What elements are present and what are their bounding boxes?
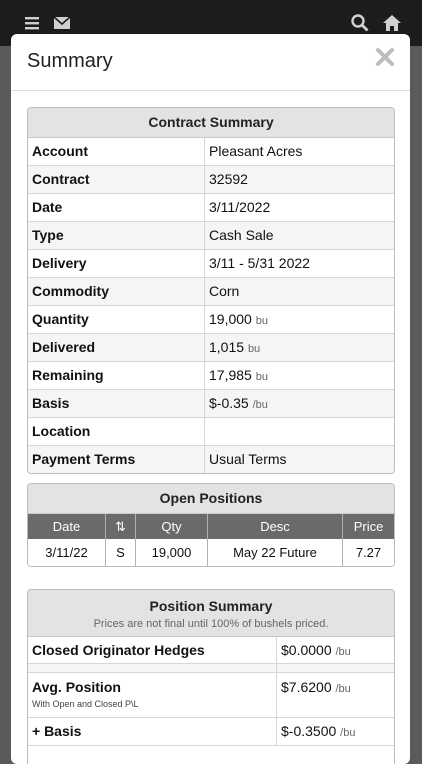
row-plus-basis: + Basis $-0.3500 /bu — [28, 718, 394, 746]
row-label: Commodity — [28, 278, 205, 305]
cell-desc: May 22 Future — [208, 539, 343, 566]
row-value: 3/11 - 5/31 2022 — [209, 255, 310, 271]
row-type: Type Cash Sale — [28, 222, 394, 250]
row-label: Closed Originator Hedges — [28, 637, 277, 663]
row-label: Avg. Position — [32, 679, 121, 695]
open-positions-heading: Open Positions — [28, 484, 394, 514]
row-payment-terms: Payment Terms Usual Terms — [28, 446, 394, 473]
row-delivery: Delivery 3/11 - 5/31 2022 — [28, 250, 394, 278]
spacer-row — [28, 664, 394, 673]
row-value: $7.6200 /bu — [281, 679, 351, 695]
row-value: 32592 — [209, 171, 248, 187]
cell-qty: 19,000 — [136, 539, 208, 566]
row-value: $-0.3500 /bu — [281, 723, 356, 739]
open-positions-card: Open Positions Date ⇅ Qty Desc Price 3/1… — [27, 483, 395, 567]
row-label: Location — [28, 418, 205, 445]
unit-label: bu — [255, 371, 268, 383]
row-remaining: Remaining 17,985 bu — [28, 362, 394, 390]
row-location: Location — [28, 418, 394, 446]
position-summary-heading: Position Summary — [149, 598, 273, 614]
position-summary-card: Position Summary Prices are not final un… — [27, 589, 395, 764]
row-basis: Basis $-0.35 /bu — [28, 390, 394, 418]
row-value — [205, 418, 394, 445]
modal-title: Summary — [27, 50, 113, 72]
row-label: Basis — [28, 390, 205, 417]
position-summary-subtitle: Prices are not final until 100% of bushe… — [93, 618, 329, 630]
row-label: Quantity — [28, 306, 205, 333]
row-contract: Contract 32592 — [28, 166, 394, 194]
unit-label: /bu — [252, 399, 268, 411]
unit-label: bu — [247, 343, 261, 355]
contract-summary-heading: Contract Summary — [28, 108, 394, 138]
summary-modal: Summary Contract Summary Account Pleasan… — [11, 34, 410, 764]
col-qty[interactable]: Qty — [136, 514, 208, 539]
open-positions-header-row: Date ⇅ Qty Desc Price — [28, 514, 394, 539]
row-value: Corn — [209, 283, 240, 299]
unit-label: /bu — [335, 683, 351, 695]
spacer-cell — [277, 664, 394, 672]
row-value: $-0.35 /bu — [209, 395, 268, 411]
row-account: Account Pleasant Acres — [28, 138, 394, 166]
home-icon[interactable] — [382, 13, 402, 33]
row-label: Remaining — [28, 362, 205, 389]
modal-header: Summary — [11, 34, 410, 91]
row-commodity: Commodity Corn — [28, 278, 394, 306]
row-date: Date 3/11/2022 — [28, 194, 394, 222]
row-value: 17,985 bu — [209, 367, 268, 383]
sort-icon[interactable]: ⇅ — [106, 514, 136, 539]
row-label-block: Avg. Position With Open and Closed P\L — [28, 673, 277, 717]
row-value: 19,000 bu — [209, 311, 268, 327]
row-label: Date — [28, 194, 205, 221]
row-value: Cash Sale — [209, 227, 274, 243]
row-value: 3/11/2022 — [209, 199, 271, 215]
row-value: Pleasant Acres — [209, 143, 303, 159]
row-quantity: Quantity 19,000 bu — [28, 306, 394, 334]
col-date[interactable]: Date — [28, 514, 106, 539]
row-label: Delivery — [28, 250, 205, 277]
search-icon[interactable] — [350, 13, 370, 33]
row-note: With Open and Closed P\L — [32, 699, 139, 709]
row-delivered: Delivered 1,015 bu — [28, 334, 394, 362]
unit-label: /bu — [335, 646, 351, 658]
cell-price: 7.27 — [355, 545, 382, 560]
row-avg-position: Avg. Position With Open and Closed P\L $… — [28, 673, 394, 718]
contract-summary-card: Contract Summary Account Pleasant Acres … — [27, 107, 395, 474]
unit-label: bu — [255, 315, 268, 327]
envelope-icon[interactable] — [52, 13, 72, 33]
row-value: Usual Terms — [209, 451, 287, 467]
position-summary-heading-block: Position Summary Prices are not final un… — [28, 590, 394, 637]
row-label: Contract — [28, 166, 205, 193]
unit-label: /bu — [340, 727, 356, 739]
row-label: Delivered — [28, 334, 205, 361]
row-label: Type — [28, 222, 205, 249]
hamburger-menu-icon[interactable] — [23, 13, 43, 33]
close-x-icon[interactable] — [374, 46, 396, 68]
row-label: + Basis — [28, 718, 277, 745]
row-value: 1,015 bu — [209, 339, 261, 355]
row-closed-originator-hedges: Closed Originator Hedges $0.0000 /bu — [28, 637, 394, 664]
cell-side: S — [106, 539, 136, 566]
row-value: $0.0000 /bu — [281, 642, 351, 658]
spacer-cell — [28, 664, 277, 672]
row-label: Payment Terms — [28, 446, 205, 473]
table-row[interactable]: 3/11/22 S 19,000 May 22 Future 7.27 — [28, 539, 394, 566]
col-price[interactable]: Price — [343, 514, 394, 539]
cell-date: 3/11/22 — [28, 539, 106, 566]
row-label: Account — [28, 138, 205, 165]
col-desc[interactable]: Desc — [208, 514, 343, 539]
